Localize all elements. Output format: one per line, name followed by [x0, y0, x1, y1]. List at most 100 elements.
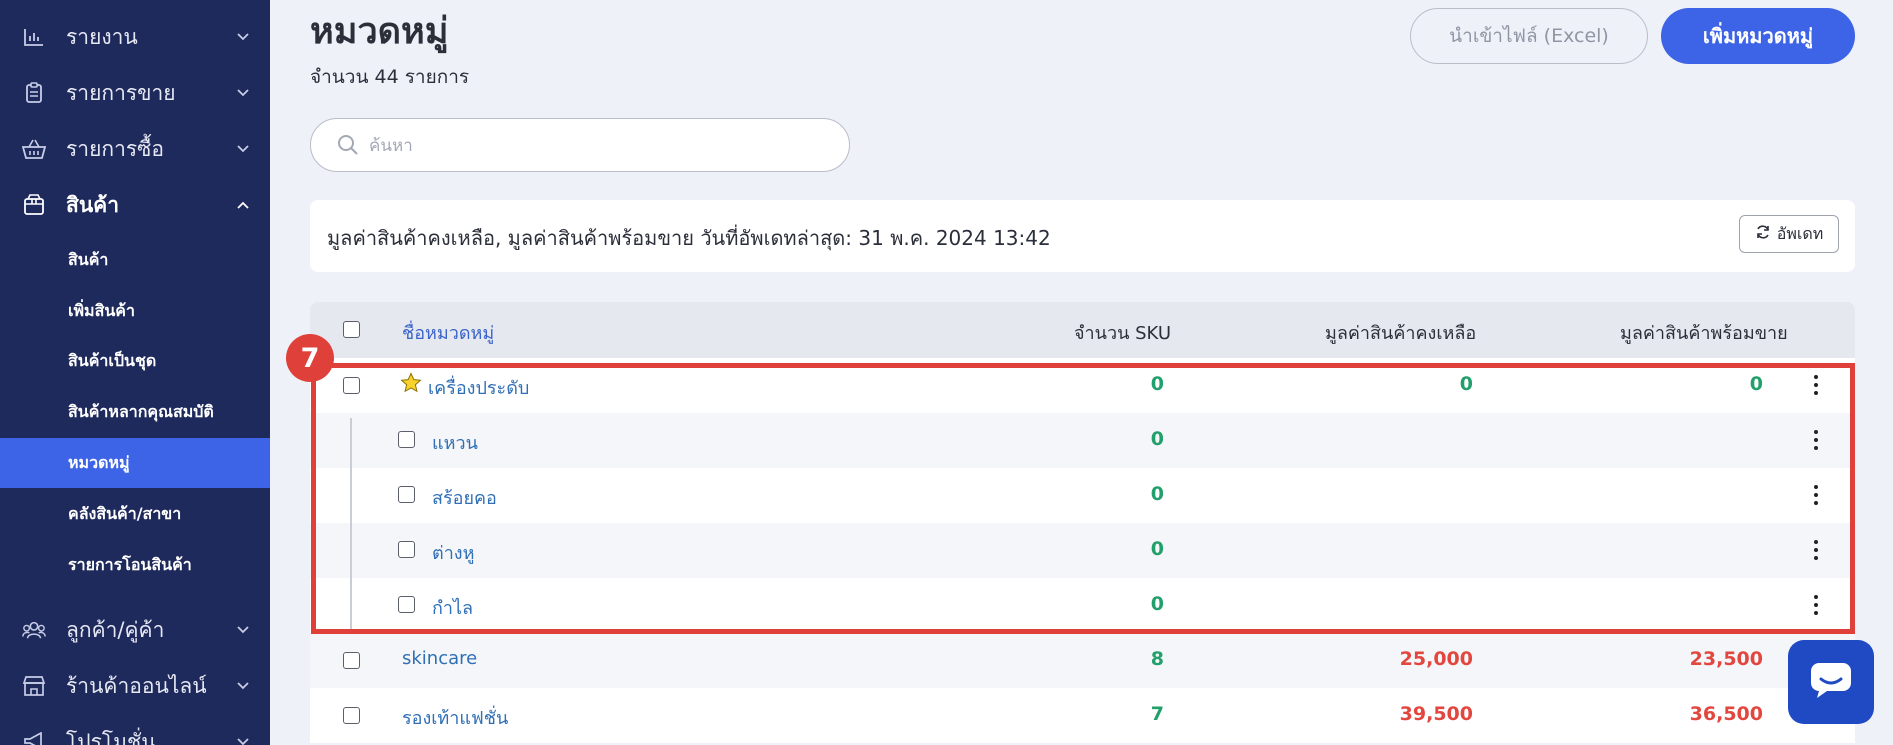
- ready-value: 23,500: [1689, 648, 1763, 670]
- row-checkbox[interactable]: [343, 707, 360, 724]
- sidebar-subitem-transfers[interactable]: รายการโอนสินค้า: [0, 540, 270, 590]
- sidebar-item-label: สินค้า: [66, 192, 120, 217]
- sidebar-subitem-label: หมวดหมู่: [68, 452, 130, 472]
- table-row[interactable]: แหวน 0: [310, 413, 1855, 468]
- sku-count: 0: [1150, 428, 1164, 450]
- chat-widget-button[interactable]: [1788, 640, 1874, 724]
- search-box: [310, 118, 850, 172]
- chevron-down-icon: [236, 30, 250, 44]
- select-all-checkbox[interactable]: [343, 321, 360, 338]
- more-options-icon[interactable]: [1814, 540, 1818, 560]
- sidebar-subitem-label: เพิ่มสินค้า: [68, 300, 135, 320]
- star-icon[interactable]: [400, 372, 422, 398]
- sidebar-item-promotions[interactable]: โปรโมชั่น: [0, 725, 270, 745]
- sidebar-subitem-label: รายการโอนสินค้า: [68, 554, 192, 574]
- category-name-link[interactable]: รองเท้าแฟชั่น: [402, 703, 508, 732]
- store-icon: [22, 674, 46, 698]
- sidebar-item-label: รายการขาย: [66, 80, 176, 105]
- more-options-icon[interactable]: [1814, 430, 1818, 450]
- sku-count: 0: [1150, 483, 1164, 505]
- sku-count: 8: [1150, 648, 1164, 670]
- add-category-button[interactable]: เพิ่มหมวดหมู่: [1661, 8, 1855, 64]
- table-row[interactable]: ต่างหู 0: [310, 523, 1855, 578]
- ready-value: 36,500: [1689, 703, 1763, 725]
- row-checkbox[interactable]: [398, 431, 415, 448]
- sidebar-item-sales[interactable]: รายการขาย: [0, 76, 270, 110]
- sidebar-subitem-label: สินค้าหลากคุณสมบัติ: [68, 401, 214, 421]
- megaphone-icon: [22, 730, 46, 745]
- sidebar-subitem-label: คลังสินค้า/สาขา: [68, 503, 182, 523]
- column-header-sku: จำนวน SKU: [1074, 323, 1172, 344]
- last-updated-text: มูลค่าสินค้าคงเหลือ, มูลค่าสินค้าพร้อมขา…: [327, 226, 1051, 250]
- chevron-up-icon: [236, 198, 250, 212]
- sidebar-item-online-store[interactable]: ร้านค้าออนไลน์: [0, 669, 270, 703]
- more-options-icon[interactable]: [1814, 485, 1818, 505]
- more-options-icon[interactable]: [1814, 595, 1818, 615]
- sidebar-subitem-products[interactable]: สินค้า: [0, 235, 270, 285]
- page-title: หมวดหมู่: [310, 11, 449, 52]
- stock-value: 25,000: [1399, 648, 1473, 670]
- category-name-link[interactable]: skincare: [402, 648, 477, 669]
- column-header-stock-value: มูลค่าสินค้าคงเหลือ: [1325, 323, 1477, 344]
- info-bar: มูลค่าสินค้าคงเหลือ, มูลค่าสินค้าพร้อมขา…: [310, 200, 1855, 272]
- sidebar-subitem-variants[interactable]: สินค้าหลากคุณสมบัติ: [0, 387, 270, 437]
- table-row[interactable]: รองเท้าแฟชั่น 7 39,500 36,500: [310, 688, 1855, 743]
- row-checkbox[interactable]: [343, 652, 360, 669]
- sku-count: 0: [1150, 538, 1164, 560]
- row-checkbox[interactable]: [398, 541, 415, 558]
- category-name-link[interactable]: กำไล: [432, 593, 473, 622]
- sidebar-item-label: ลูกค้า/คู่ค้า: [66, 617, 165, 642]
- table-row[interactable]: skincare 8 25,000 23,500: [310, 633, 1855, 688]
- sidebar-item-products[interactable]: สินค้า: [0, 188, 270, 222]
- chevron-down-icon: [236, 623, 250, 637]
- more-options-icon[interactable]: [1814, 375, 1818, 395]
- table-row[interactable]: เครื่องประดับ 0 0 0: [310, 358, 1855, 413]
- sidebar-item-reports[interactable]: รายงาน: [0, 20, 270, 54]
- row-checkbox[interactable]: [398, 596, 415, 613]
- category-name-link[interactable]: แหวน: [432, 428, 478, 457]
- box-icon: [22, 193, 46, 217]
- stock-value: 0: [1459, 373, 1473, 395]
- search-input[interactable]: [369, 129, 829, 163]
- row-checkbox[interactable]: [398, 486, 415, 503]
- table-row[interactable]: สร้อยคอ 0: [310, 468, 1855, 523]
- sidebar-item-label: รายงาน: [66, 24, 138, 49]
- category-name-link[interactable]: สร้อยคอ: [432, 483, 497, 512]
- sidebar-subitem-categories[interactable]: หมวดหมู่: [0, 438, 270, 488]
- column-header-ready-value: มูลค่าสินค้าพร้อมขาย: [1620, 323, 1788, 344]
- row-checkbox[interactable]: [343, 377, 360, 394]
- chevron-down-icon: [236, 735, 250, 745]
- clipboard-icon: [22, 81, 46, 105]
- sidebar-subitem-label: สินค้า: [68, 249, 109, 269]
- sidebar-item-label: รายการซื้อ: [66, 136, 165, 161]
- sidebar-subitem-label: สินค้าเป็นชุด: [68, 350, 157, 370]
- import-excel-button[interactable]: นำเข้าไฟล์ (Excel): [1410, 8, 1648, 64]
- step-badge: 7: [286, 334, 334, 382]
- sku-count: 7: [1150, 703, 1164, 725]
- chevron-down-icon: [236, 679, 250, 693]
- update-button-label: อัพเดท: [1776, 223, 1824, 243]
- sidebar-item-label: ร้านค้าออนไลน์: [66, 673, 207, 698]
- chevron-down-icon: [236, 142, 250, 156]
- category-name-link[interactable]: ต่างหู: [432, 538, 474, 567]
- ready-value: 0: [1749, 373, 1763, 395]
- sidebar-item-customers[interactable]: ลูกค้า/คู่ค้า: [0, 613, 270, 647]
- basket-icon: [22, 137, 46, 161]
- sku-count: 0: [1150, 373, 1164, 395]
- sidebar: รายงาน รายการขาย รายการซื้อ สินค้า สินค้…: [0, 0, 270, 745]
- sidebar-subitem-warehouses[interactable]: คลังสินค้า/สาขา: [0, 489, 270, 539]
- users-icon: [22, 618, 46, 642]
- sku-count: 0: [1150, 593, 1164, 615]
- category-name-link[interactable]: เครื่องประดับ: [428, 373, 529, 402]
- column-header-name[interactable]: ชื่อหมวดหมู่: [402, 318, 494, 347]
- sidebar-subitem-add-product[interactable]: เพิ่มสินค้า: [0, 286, 270, 336]
- search-icon: [337, 134, 359, 156]
- bar-chart-icon: [22, 25, 46, 49]
- stock-value: 39,500: [1399, 703, 1473, 725]
- table-row[interactable]: กำไล 0: [310, 578, 1855, 633]
- sidebar-item-purchases[interactable]: รายการซื้อ: [0, 132, 270, 166]
- tree-connector-line: [350, 418, 352, 630]
- item-count: จำนวน 44 รายการ: [310, 66, 470, 88]
- update-button[interactable]: อัพเดท: [1739, 215, 1839, 253]
- sidebar-subitem-bundles[interactable]: สินค้าเป็นชุด: [0, 336, 270, 386]
